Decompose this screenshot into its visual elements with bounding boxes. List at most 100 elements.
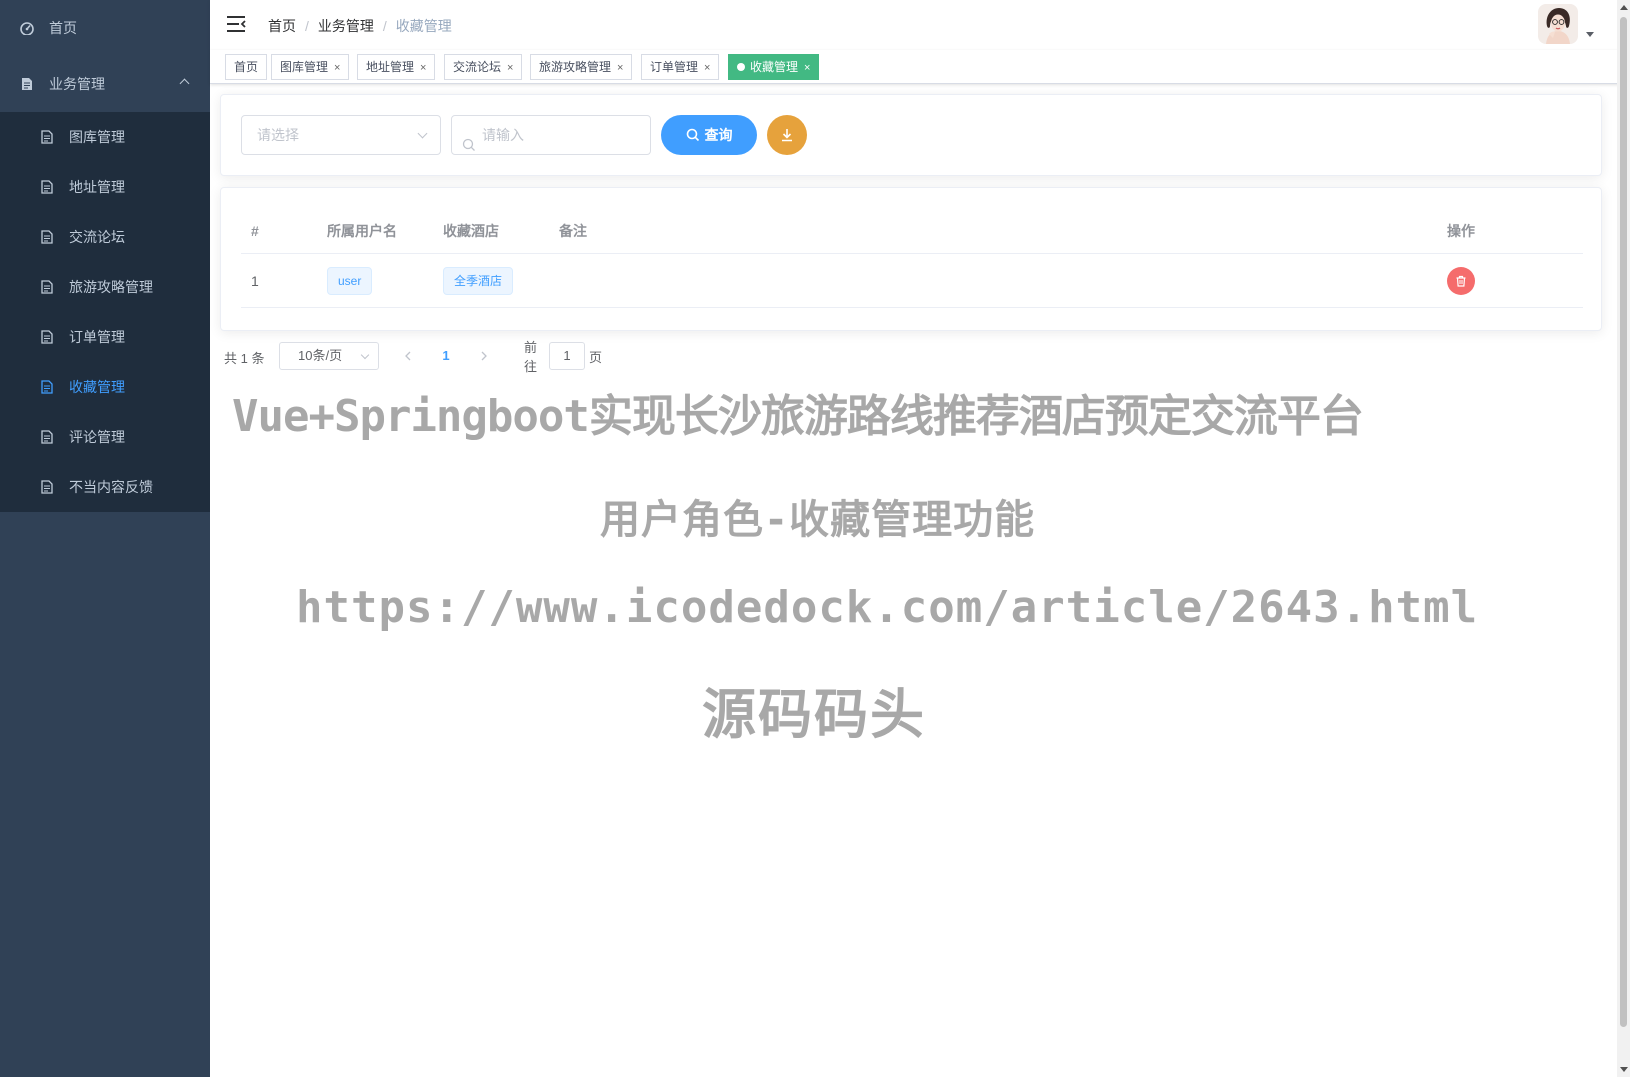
sidebar-submenu: 图库管理 地址管理 交流论坛 旅游攻略管理 订单管理 收藏管理 评论管理 不当内… [0,112,210,512]
page-jumper: 前往 1 页 [524,340,603,374]
sidebar-item-orders[interactable]: 订单管理 [0,312,210,362]
tag-home[interactable]: 首页 [225,54,268,80]
download-button[interactable] [767,115,807,155]
next-page-button[interactable] [472,342,496,370]
page-suffix: 页 [589,349,603,365]
close-icon[interactable]: × [507,62,513,74]
tag-label: 订单管理 [650,60,699,74]
field-select[interactable]: 请选择 [241,115,441,155]
sidebar-item-label: 交流论坛 [69,229,125,245]
sidebar-item-home[interactable]: 首页 [0,0,210,56]
column-header-actions: 操作 [1447,223,1475,239]
close-icon[interactable]: × [420,62,426,74]
watermark-title: Vue+Springboot实现长沙旅游路线推荐酒店预定交流平台 [232,391,1364,442]
tag-label: 地址管理 [366,60,415,74]
sidebar-item-travel-guide[interactable]: 旅游攻略管理 [0,262,210,312]
tag-address[interactable]: 地址管理 × [357,54,436,80]
document-icon [20,77,34,91]
document-icon [40,480,54,494]
chevron-right-icon [481,351,487,361]
document-icon [40,330,54,344]
sidebar-item-favorites[interactable]: 收藏管理 [0,362,210,412]
breadcrumb-current: 收藏管理 [395,18,452,34]
sidebar-item-label: 订单管理 [69,329,125,345]
tag-label: 首页 [234,60,259,74]
tag-forum[interactable]: 交流论坛 × [444,54,523,80]
breadcrumb: 首页 / 业务管理 / 收藏管理 [268,16,452,36]
query-button[interactable]: 查询 [661,115,757,155]
tag-favorites[interactable]: 收藏管理 × [728,54,820,80]
sidebar-item-label: 首页 [49,20,77,36]
sidebar-item-label: 旅游攻略管理 [69,279,153,295]
close-icon[interactable]: × [804,62,810,74]
dashboard-icon [20,21,34,35]
sidebar-item-label: 地址管理 [69,179,125,195]
document-icon [40,380,54,394]
close-icon[interactable]: × [704,62,710,74]
document-icon [40,280,54,294]
watermark-url: https://www.icodedock.com/article/2643.h… [296,582,1479,633]
sidebar-item-comments[interactable]: 评论管理 [0,412,210,462]
input-placeholder: 请输入 [482,127,524,143]
avatar[interactable] [1538,4,1578,44]
chevron-up-icon [179,78,190,89]
tag-label: 图库管理 [280,60,329,74]
goto-page-input[interactable]: 1 [549,342,586,370]
column-header-username: 所属用户名 [327,223,397,239]
close-icon[interactable]: × [617,62,623,74]
search-input[interactable]: 请输入 [451,115,651,155]
trash-icon [1456,275,1466,287]
prev-page-button[interactable] [396,342,420,370]
sidebar-group-label: 业务管理 [49,76,105,92]
tag-gallery[interactable]: 图库管理 × [271,54,350,80]
sidebar-item-label: 不当内容反馈 [69,479,153,495]
navbar: 首页 / 业务管理 / 收藏管理 [210,0,1620,50]
scrollbar[interactable] [1617,0,1630,1077]
sidebar-group-business[interactable]: 业务管理 [0,56,210,112]
sidebar-item-gallery[interactable]: 图库管理 [0,112,210,162]
menu-toggle-icon[interactable] [226,15,246,33]
sidebar-item-forum[interactable]: 交流论坛 [0,212,210,262]
chevron-left-icon [405,351,411,361]
table-row: 1 user 全季酒店 [241,254,1583,308]
breadcrumb-item[interactable]: 首页 [268,16,296,36]
column-header-index: # [251,223,259,239]
scrollbar-thumb[interactable] [1620,17,1627,1027]
username-tag: user [327,267,373,295]
download-icon [782,129,792,142]
page-size-select[interactable]: 10条/页 [279,342,379,370]
watermark-brand: 源码码头 [702,683,926,746]
sidebar-item-address[interactable]: 地址管理 [0,162,210,212]
tag-travel-guide[interactable]: 旅游攻略管理 × [530,54,633,80]
goto-label: 前往 [524,340,538,374]
sidebar-item-label: 收藏管理 [69,379,125,395]
scroll-down-arrow-icon[interactable] [1620,1067,1628,1072]
breadcrumb-item[interactable]: 业务管理 [318,16,374,36]
cell-index: 1 [251,273,259,289]
select-placeholder: 请选择 [257,127,299,143]
search-icon [462,128,476,166]
caret-down-icon[interactable] [1586,32,1594,37]
search-icon [686,128,699,142]
watermark-subtitle: 用户角色-收藏管理功能 [600,497,1036,543]
close-icon[interactable]: × [334,62,340,74]
delete-button[interactable] [1447,267,1475,295]
active-dot-icon [737,63,745,71]
chevron-down-icon [360,350,370,360]
scroll-up-arrow-icon[interactable] [1620,5,1628,10]
tags-view: 首页 图库管理 × 地址管理 × 交流论坛 × 旅游攻略管理 × 订单管理 × 收藏管理 × [210,50,1620,84]
document-icon [40,230,54,244]
table-card: # 所属用户名 收藏酒店 备注 操作 1 user 全季酒店 [220,187,1602,331]
sidebar-item-feedback[interactable]: 不当内容反馈 [0,462,210,512]
sidebar-item-label: 评论管理 [69,429,125,445]
page-number[interactable]: 1 [434,342,458,370]
tag-label: 交流论坛 [453,60,502,74]
table-header: # 所属用户名 收藏酒店 备注 操作 [241,208,1583,254]
pagination-total: 共 1 条 [224,351,265,366]
chevron-down-icon [417,128,428,139]
column-header-hotel: 收藏酒店 [443,223,499,239]
tag-orders[interactable]: 订单管理 × [641,54,720,80]
tag-label: 收藏管理 [750,60,799,74]
sidebar-item-label: 图库管理 [69,129,125,145]
breadcrumb-separator: / [305,18,309,34]
